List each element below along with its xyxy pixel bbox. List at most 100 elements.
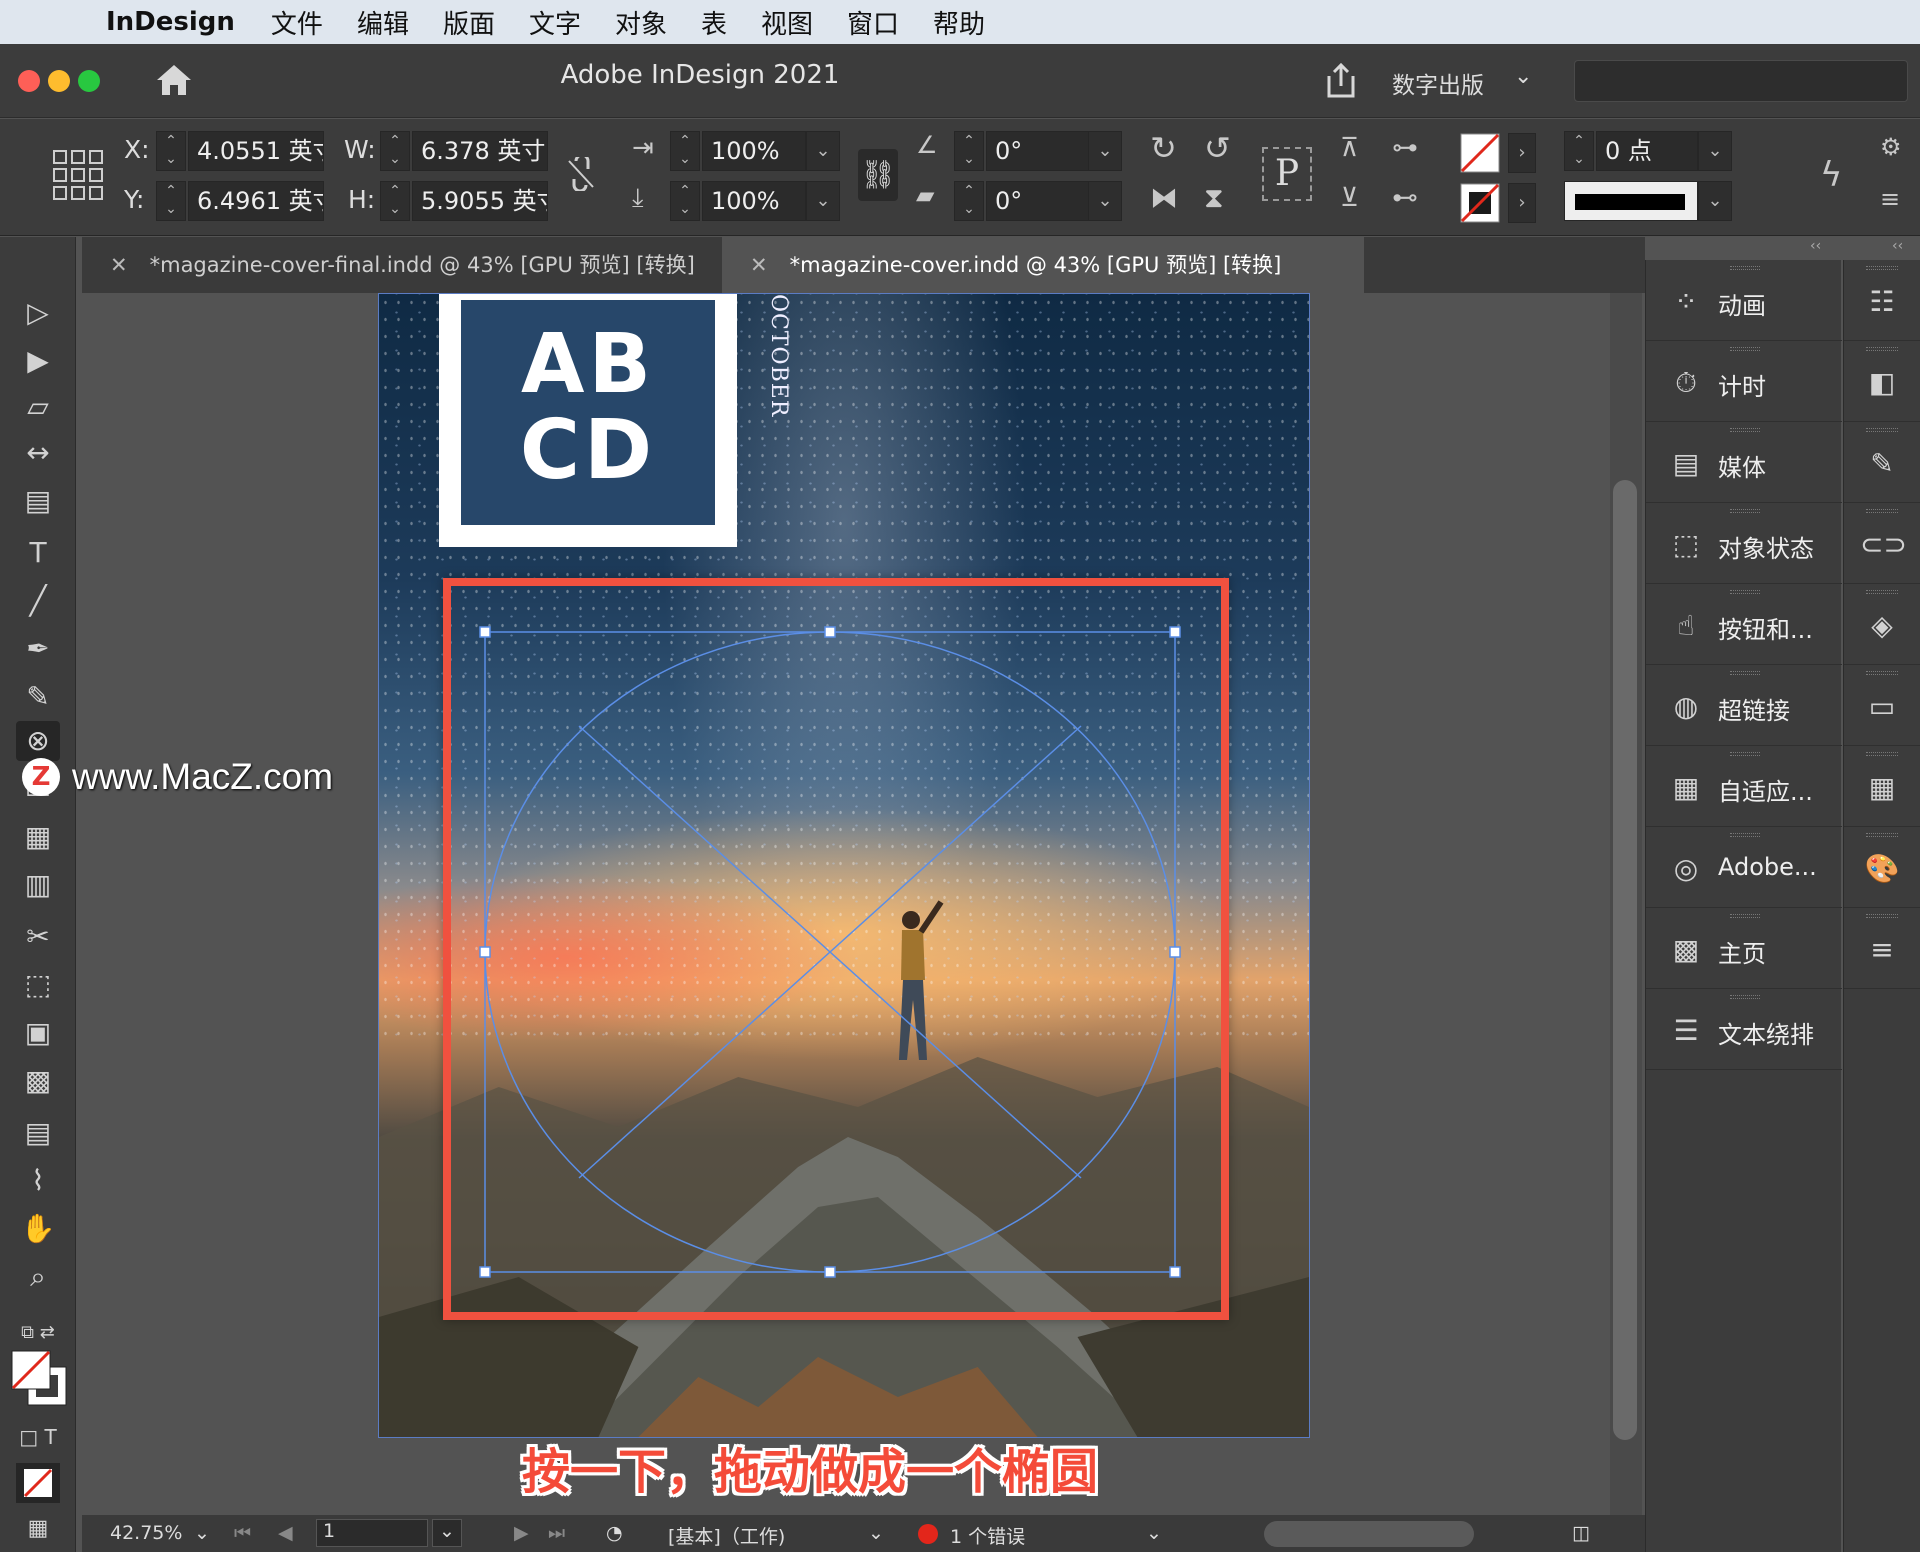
menu-icon[interactable]: ≡ <box>1880 185 1900 213</box>
select-next-icon[interactable]: ⊷ <box>1392 183 1418 213</box>
last-page-icon[interactable]: ⏭ <box>548 1522 565 1544</box>
panel-stroke[interactable]: ≡ <box>1844 908 1920 989</box>
default-fill-stroke-icon[interactable]: ⧉ ⇄ <box>16 1313 60 1353</box>
next-page-icon[interactable]: ▶ <box>514 1522 529 1544</box>
panel-color[interactable]: 🎨 <box>1844 827 1920 908</box>
constrain-proportions-icon[interactable] <box>566 157 596 191</box>
panel-swatches[interactable]: ▦ <box>1844 746 1920 827</box>
panel-pages[interactable]: ▩ 主页 <box>1646 908 1842 989</box>
panel-animation[interactable]: ⁘ 动画 <box>1646 260 1842 341</box>
panel-grip[interactable] <box>1866 752 1898 756</box>
page-number-field[interactable]: 1 <box>316 1519 428 1547</box>
gradient-feather-tool-icon[interactable]: ▩ <box>16 1061 60 1101</box>
eyedropper-tool-icon[interactable]: ⌇ <box>16 1161 60 1201</box>
stroke-type-field[interactable] <box>1564 181 1698 221</box>
panel-grip[interactable] <box>1730 914 1760 918</box>
panel-grip[interactable] <box>1866 428 1898 432</box>
panel-adobe[interactable]: ◎ Adobe... <box>1646 827 1842 908</box>
document-canvas[interactable]: AB CD OCTOBER <box>82 293 1645 1515</box>
shear-field[interactable]: 0° <box>986 181 1090 221</box>
menu-app-name[interactable]: InDesign <box>106 7 235 37</box>
vertical-scrollbar-thumb[interactable] <box>1613 480 1637 1440</box>
panel-object-states[interactable]: ⬚ 对象状态 <box>1646 503 1842 584</box>
panel-edit[interactable]: ✎ <box>1844 422 1920 503</box>
menu-window[interactable]: 窗口 <box>847 4 899 41</box>
tab-magazine-cover[interactable]: ✕ *magazine-cover.indd @ 43% [GPU 预览] [转换… <box>722 237 1364 293</box>
menu-table[interactable]: 表 <box>701 4 727 41</box>
collapse-icon-panels-icon[interactable]: ‹‹ <box>1892 238 1903 254</box>
gear-icon[interactable]: ⚙ <box>1880 133 1902 161</box>
close-tab-icon[interactable]: ✕ <box>750 237 768 293</box>
panel-grip[interactable] <box>1730 347 1760 351</box>
scale-x-dropdown[interactable]: ⌄ <box>806 131 840 171</box>
shear-dropdown[interactable]: ⌄ <box>1088 181 1122 221</box>
panel-grip[interactable] <box>1730 509 1760 513</box>
chevron-down-icon[interactable]: ⌄ <box>1514 64 1532 89</box>
panel-text-wrap[interactable]: ☰ 文本绕排 <box>1646 989 1842 1070</box>
scissors-tool-icon[interactable]: ✂ <box>16 917 60 957</box>
scale-y-stepper[interactable]: ⌃ ⌄ <box>670 181 700 221</box>
pen-tool-icon[interactable]: ✒ <box>16 629 60 669</box>
panel-grip[interactable] <box>1866 590 1898 594</box>
type-tool-icon[interactable]: T <box>16 533 60 573</box>
panel-media[interactable]: ▤ 媒体 <box>1646 422 1842 503</box>
menu-layout[interactable]: 版面 <box>443 4 495 41</box>
panel-grip[interactable] <box>1866 266 1898 270</box>
y-stepper[interactable]: ⌃ ⌄ <box>156 181 186 221</box>
free-transform-tool-icon[interactable]: ⬚ <box>16 965 60 1005</box>
direct-selection-tool-icon[interactable]: ▶ <box>16 341 60 381</box>
panel-links[interactable]: ⊂⊃ <box>1844 503 1920 584</box>
note-tool-icon[interactable]: ▤ <box>16 1113 60 1153</box>
stroke-type-dropdown[interactable]: ⌄ <box>1698 181 1732 221</box>
tab-magazine-cover-final[interactable]: ✕ *magazine-cover-final.indd @ 43% [GPU 预… <box>82 237 722 293</box>
select-container-icon[interactable]: ⊼ <box>1340 133 1359 163</box>
y-field[interactable]: 6.4961 英寸 <box>188 181 324 221</box>
errors-dropdown-icon[interactable]: ⌄ <box>1146 1522 1162 1544</box>
panel-grip[interactable] <box>1866 833 1898 837</box>
stroke-none-swatch-icon[interactable] <box>1460 183 1500 223</box>
w-stepper[interactable]: ⌃ ⌄ <box>380 131 410 171</box>
panel-cc-libraries[interactable]: ◧ <box>1844 341 1920 422</box>
fill-none-swatch-icon[interactable] <box>1460 133 1500 173</box>
panel-grip[interactable] <box>1730 752 1760 756</box>
scale-y-field[interactable]: 100% <box>702 181 806 221</box>
fill-stroke-proxy-icon[interactable] <box>10 1349 68 1407</box>
screen-mode-icon[interactable]: ▦ <box>16 1509 60 1549</box>
pencil-tool-icon[interactable]: ✎ <box>16 677 60 717</box>
select-previous-icon[interactable]: ⊶ <box>1392 133 1418 163</box>
scale-y-dropdown[interactable]: ⌄ <box>806 181 840 221</box>
rotate-dropdown[interactable]: ⌄ <box>1088 131 1122 171</box>
stroke-swatch-dropdown[interactable]: › <box>1508 183 1536 223</box>
share-icon[interactable] <box>1323 62 1359 100</box>
flip-horizontal-icon[interactable]: ⧓ <box>1150 181 1178 214</box>
page-tool-icon[interactable]: ▱ <box>16 387 60 427</box>
menu-edit[interactable]: 编辑 <box>357 4 409 41</box>
panel-grip[interactable] <box>1866 671 1898 675</box>
menu-type[interactable]: 文字 <box>529 4 581 41</box>
rotate-clockwise-icon[interactable]: ↻ <box>1150 129 1177 167</box>
h-stepper[interactable]: ⌃ ⌄ <box>380 181 410 221</box>
link-scale-button[interactable]: ⛓ <box>858 149 898 201</box>
zoom-level[interactable]: 42.75% <box>110 1522 182 1544</box>
horizontal-scrollbar-thumb[interactable] <box>1264 1521 1474 1547</box>
preflight-dropdown-icon[interactable]: ⌄ <box>868 1522 884 1544</box>
panel-grip[interactable] <box>1866 509 1898 513</box>
close-tab-icon[interactable]: ✕ <box>110 237 128 293</box>
fill-swatch-dropdown[interactable]: › <box>1508 133 1536 173</box>
first-page-icon[interactable]: ⏮ <box>234 1522 251 1544</box>
panel-timing[interactable]: ⏱ 计时 <box>1646 341 1842 422</box>
error-count[interactable]: 1 个错误 <box>950 1522 1025 1549</box>
ellipse-frame-tool-icon[interactable]: ⊗ <box>16 721 60 761</box>
ellipse-frame-selection[interactable] <box>379 294 1310 1438</box>
collapse-panels-icon[interactable]: ‹‹ <box>1810 238 1821 254</box>
grid-tool-icon[interactable]: ▥ <box>16 865 60 905</box>
panel-grip[interactable] <box>1730 266 1760 270</box>
panel-grip[interactable] <box>1730 671 1760 675</box>
menu-object[interactable]: 对象 <box>615 4 667 41</box>
line-tool-icon[interactable]: ╱ <box>16 581 60 621</box>
proxy-orientation-icon[interactable]: P <box>1262 147 1312 201</box>
gap-tool-icon[interactable]: ↔ <box>16 433 60 473</box>
rotate-stepper[interactable]: ⌃ ⌄ <box>954 131 984 171</box>
panel-properties[interactable]: ☷ <box>1844 260 1920 341</box>
panel-grip[interactable] <box>1730 428 1760 432</box>
